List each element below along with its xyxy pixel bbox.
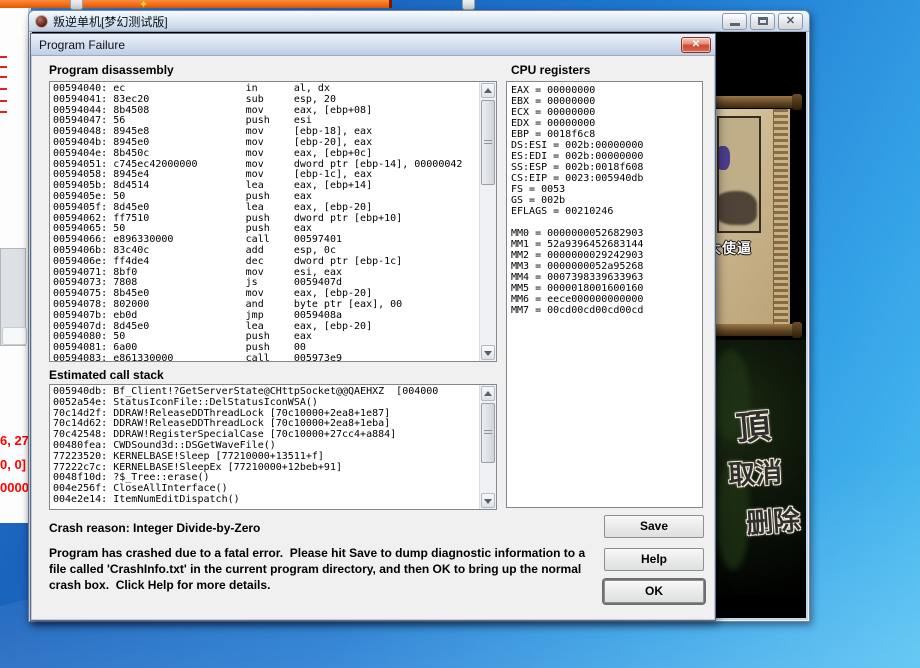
clipped-error-text: 6, 27 [0,433,31,448]
program-failure-dialog: Program Failure ✕ Program disassembly 00… [30,33,716,621]
red-mark [0,88,7,90]
callstack-scrollbar[interactable] [479,385,496,509]
scrollbar-thumb[interactable] [481,100,495,185]
red-mark [0,56,7,58]
scroll-up-button[interactable] [481,83,495,98]
clipped-error-text: 0000 [0,480,31,495]
registers-text: EAX = 00000000 EBX = 00000000 ECX = 0000… [507,82,702,316]
scroll-down-button[interactable] [481,345,495,360]
roller-knob [792,94,802,110]
minimize-button[interactable] [722,13,747,30]
clipped-error-text: 0, 0] [0,457,31,472]
arrow-up-icon [484,391,492,396]
disassembly-text: 00594040: ec in al, dx 00594041: 83ec20 … [50,82,496,362]
scroll-caption: 大使逼 [707,238,789,258]
game-window-title: 叛逆单机[梦幻测试版] [53,13,168,30]
arrow-up-icon [484,88,492,93]
clipped-tab [462,0,475,10]
scroll-down-button[interactable] [481,493,495,508]
portrait-figure [717,146,730,170]
dialog-body: Program disassembly 00594040: ec in al, … [31,56,715,620]
dialog-titlebar[interactable]: Program Failure ✕ [31,34,715,56]
help-button[interactable]: Help [604,548,704,571]
crash-message-text: Program has crashed due to a fatal error… [49,545,603,593]
crash-reason-text: Crash reason: Integer Divide-by-Zero [49,521,260,535]
save-button[interactable]: Save [604,515,704,538]
portrait-shadow-figure [717,191,757,225]
disassembly-listbox[interactable]: 00594040: ec in al, dx 00594041: 83ec20 … [49,81,497,362]
red-mark [0,100,7,102]
red-mark [0,76,7,78]
registers-label: CPU registers [511,63,590,77]
callstack-label: Estimated call stack [49,368,164,382]
thumb-grip-icon [484,140,492,146]
background-window-top-strip [0,0,392,8]
red-mark [0,66,7,68]
maximize-button[interactable] [750,13,775,30]
disassembly-label: Program disassembly [49,63,174,77]
game-menu-item-delete[interactable]: 删除 [745,498,802,541]
dialog-title: Program Failure [39,38,125,52]
game-app-icon [35,15,48,28]
close-button[interactable]: ✕ [778,13,803,30]
minimize-icon [730,23,740,26]
arrow-down-icon [484,351,492,356]
close-icon: ✕ [786,16,795,27]
red-mark [0,111,7,113]
arrow-down-icon [484,499,492,504]
window-caption-buttons: ✕ [722,13,803,30]
roller-knob [792,322,802,338]
disassembly-scrollbar[interactable] [479,82,496,361]
screen: 6, 27 0, 0] 0000 ✦ 叛逆单机[梦幻测试版] ✕ [0,0,920,668]
callstack-listbox[interactable]: 005940db: Bf_Client!?GetServerState@CHtt… [49,384,497,510]
thumb-grip-icon [484,430,492,436]
close-icon: ✕ [692,39,700,50]
clipped-tab [70,0,83,10]
ok-button[interactable]: OK [604,580,704,603]
scroll-up-button[interactable] [481,386,495,401]
scrollbar-thumb[interactable] [481,403,495,463]
game-menu-item-top[interactable]: 頂 [734,399,772,451]
registers-listbox[interactable]: EAX = 00000000 EBX = 00000000 ECX = 0000… [506,81,703,508]
game-window-titlebar[interactable]: 叛逆单机[梦幻测试版] ✕ [29,11,809,32]
scroll-border-pattern [773,109,788,325]
callstack-text: 005940db: Bf_Client!?GetServerState@CHtt… [50,385,496,506]
maximize-icon [758,17,768,25]
dialog-close-button[interactable]: ✕ [681,37,711,53]
game-menu-item-cancel[interactable]: 取消 [727,451,783,493]
scroll-portrait [717,116,761,233]
background-window-left-sliver: 6, 27 0, 0] 0000 [0,0,31,523]
clipped-button[interactable] [2,327,27,345]
